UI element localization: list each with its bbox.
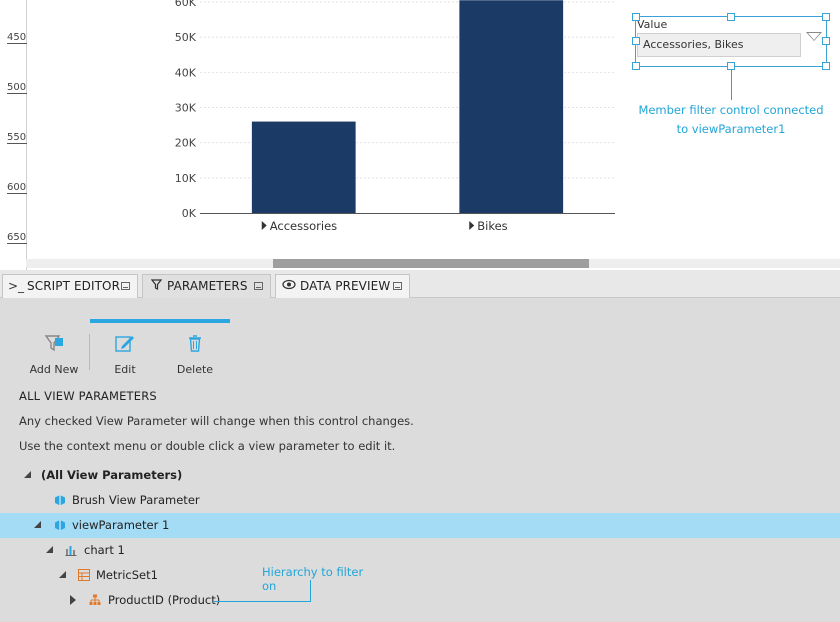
tree-item-view-parameter-1[interactable]: viewParameter 1	[0, 513, 840, 538]
tab-label: SCRIPT EDITOR	[27, 279, 121, 293]
section-description: Any checked View Parameter will change w…	[19, 414, 414, 428]
annotation-connector	[213, 601, 311, 602]
dropdown-arrow-icon[interactable]	[806, 32, 822, 41]
tab-script-editor[interactable]: >_ SCRIPT EDITOR	[2, 274, 138, 298]
filter-annotation-line: Member filter control connected	[638, 103, 824, 117]
tab-label: DATA PREVIEW	[300, 279, 391, 293]
y-tick-label: 50K	[175, 31, 197, 44]
filter-annotation-line: to viewParameter1	[676, 122, 786, 136]
edit-label: Edit	[114, 363, 136, 376]
hierarchy-icon	[89, 594, 101, 606]
x-category-label[interactable]: Accessories	[270, 219, 337, 233]
tree-item-label: (All View Parameters)	[41, 468, 183, 482]
resize-handle[interactable]	[822, 37, 830, 45]
bottom-tabs-bar: >_ SCRIPT EDITOR PARAMETERS DATA PREVIEW	[0, 270, 840, 298]
filter-icon	[147, 275, 165, 298]
section-title: ALL VIEW PARAMETERS	[19, 389, 157, 403]
toolbar-accent-bar	[90, 319, 230, 323]
y-tick-label: 30K	[175, 102, 197, 115]
y-tick-label: 60K	[175, 0, 197, 9]
tree-item-chart-1[interactable]: chart 1	[0, 538, 840, 563]
ruler-label: 600	[7, 182, 28, 194]
y-tick-label: 10K	[175, 172, 197, 185]
y-tick-label: 0K	[182, 207, 197, 220]
filter-annotation: Member filter control connected to viewP…	[635, 103, 827, 136]
annotation-connector	[731, 70, 732, 100]
minimize-icon[interactable]	[121, 282, 130, 290]
section-description: Use the context menu or double click a v…	[19, 439, 396, 453]
tree-item-metricset1[interactable]: MetricSet1	[0, 563, 840, 588]
expand-arrow-icon[interactable]	[59, 571, 66, 578]
x-category-label[interactable]: Bikes	[477, 219, 507, 233]
delete-button[interactable]: Delete	[165, 331, 225, 376]
add-filter-icon	[24, 331, 84, 355]
tab-data-preview[interactable]: DATA PREVIEW	[275, 274, 410, 298]
eye-icon	[280, 275, 298, 298]
expand-arrow-icon[interactable]	[24, 471, 31, 478]
resize-handle[interactable]	[822, 62, 830, 70]
dashboard-canvas[interactable]: 450 500 550 600 650 0K 10K 20K 30K 40K 50K 60K…	[0, 0, 840, 270]
resize-handle[interactable]	[727, 62, 735, 70]
resize-handle[interactable]	[632, 37, 640, 45]
metricset-icon	[78, 569, 90, 581]
tree-item-label: Brush View Parameter	[72, 493, 200, 507]
filter-caption: Value	[637, 18, 668, 31]
minimize-icon[interactable]	[393, 282, 402, 290]
expand-arrow-icon[interactable]	[46, 546, 53, 553]
delete-label: Delete	[176, 363, 214, 376]
ruler-label: 550	[7, 132, 28, 144]
annotation-connector	[310, 580, 311, 601]
tree-item-label: chart 1	[84, 543, 125, 557]
bar-accessories[interactable]	[251, 121, 356, 213]
add-new-button[interactable]: Add New	[24, 331, 84, 376]
trash-icon	[165, 331, 225, 355]
filter-value-box[interactable]: Accessories, Bikes	[637, 33, 801, 57]
toolbar-separator	[89, 334, 90, 370]
ruler-label: 450	[7, 32, 28, 44]
hierarchy-annotation: Hierarchy to filter on	[262, 565, 364, 593]
resize-handle[interactable]	[822, 13, 830, 21]
view-parameter-icon	[54, 519, 66, 531]
tree-item-brush-view-parameter[interactable]: Brush View Parameter	[0, 488, 840, 513]
minimize-icon[interactable]	[254, 282, 263, 290]
chart-icon	[65, 544, 77, 556]
resize-handle[interactable]	[632, 13, 640, 21]
edit-icon	[95, 331, 155, 355]
y-tick-label: 40K	[175, 66, 197, 79]
view-parameter-icon	[54, 494, 66, 506]
tab-parameters[interactable]: PARAMETERS	[142, 274, 271, 298]
bar-bikes[interactable]	[459, 0, 564, 213]
tree-item-label: ProductID (Product)	[108, 593, 221, 607]
tree-item-label: viewParameter 1	[72, 518, 170, 532]
add-new-label: Add New	[29, 363, 79, 376]
resize-handle[interactable]	[632, 62, 640, 70]
ruler-label: 500	[7, 82, 28, 94]
vertical-ruler: 450 500 550 600 650	[0, 0, 28, 270]
bar-chart[interactable]: 0K 10K 20K 30K 40K 50K 60K Accessories Bikes	[140, 0, 630, 245]
expand-arrow-icon[interactable]	[34, 521, 41, 528]
tab-label: PARAMETERS	[167, 279, 248, 293]
tree-item-label: MetricSet1	[96, 568, 158, 582]
expand-arrow-icon[interactable]	[261, 221, 267, 230]
terminal-icon: >_	[7, 279, 25, 293]
resize-handle[interactable]	[727, 13, 735, 21]
edit-button[interactable]: Edit	[95, 331, 155, 376]
tree-item-all-view-parameters[interactable]: (All View Parameters)	[0, 463, 840, 488]
expand-arrow-icon[interactable]	[469, 221, 475, 230]
y-tick-label: 20K	[175, 137, 197, 150]
tree-item-productid[interactable]: ProductID (Product)	[0, 588, 840, 613]
expand-arrow-icon[interactable]	[70, 595, 76, 605]
ruler-label: 650	[7, 232, 28, 244]
horizontal-scrollbar-thumb[interactable]	[273, 259, 589, 268]
